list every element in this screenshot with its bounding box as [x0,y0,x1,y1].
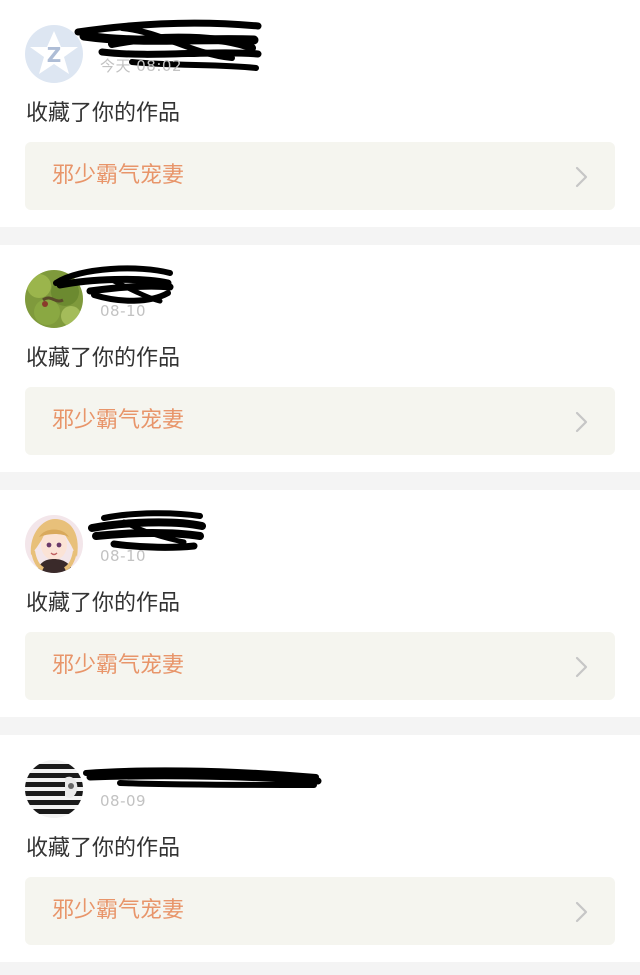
action-text: 收藏了你的作品 [26,591,181,616]
work-link-box[interactable]: 邪少霸气宠妻 [25,142,615,210]
work-link-box[interactable]: 邪少霸气宠妻 [25,877,615,945]
anime-girl-avatar-image [25,515,83,573]
notification-card: 08-09 收藏了你的作品 邪少霸气宠妻 [0,735,640,962]
redaction-scribble [83,767,322,788]
chevron-right-icon [575,411,589,433]
avatar[interactable]: Z [25,25,83,83]
timestamp: 08-10 [100,302,147,320]
work-link-box[interactable]: 邪少霸气宠妻 [25,632,615,700]
work-title: 邪少霸气宠妻 [52,163,185,188]
action-text: 收藏了你的作品 [26,836,181,861]
action-text: 收藏了你的作品 [26,346,181,371]
work-title: 邪少霸气宠妻 [52,408,185,433]
notification-card: Z 今天 08:02 收藏了你的作品 邪少霸气宠妻 [0,0,640,227]
avatar[interactable] [25,270,83,328]
green-leaf-photo-avatar-image [25,270,83,328]
work-title: 邪少霸气宠妻 [52,898,185,923]
timestamp: 08-09 [100,792,147,810]
timestamp: 08-10 [100,547,147,565]
chevron-right-icon [575,656,589,678]
chevron-right-icon [575,901,589,923]
notification-card: 08-10 收藏了你的作品 邪少霸气宠妻 [0,490,640,717]
svg-text:Z: Z [47,43,62,67]
avatar[interactable] [25,760,83,818]
work-link-box[interactable]: 邪少霸气宠妻 [25,387,615,455]
action-text: 收藏了你的作品 [26,101,181,126]
notification-feed: Z 今天 08:02 收藏了你的作品 邪少霸气宠妻 08-10 收藏了你的作品 … [0,0,640,975]
chevron-right-icon [575,166,589,188]
default-z-avatar-image: Z [25,25,83,83]
work-title: 邪少霸气宠妻 [52,653,185,678]
notification-card: 08-10 收藏了你的作品 邪少霸气宠妻 [0,245,640,472]
timestamp: 今天 08:02 [100,57,182,75]
avatar[interactable] [25,515,83,573]
striped-shirt-photo-avatar-image [25,760,83,818]
